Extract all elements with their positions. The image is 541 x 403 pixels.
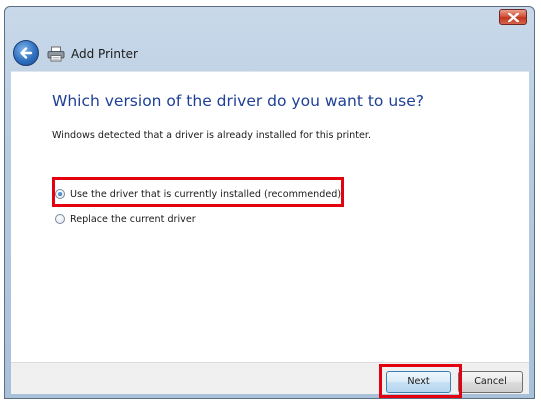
page-heading: Which version of the driver do you want … bbox=[52, 92, 424, 110]
radio-button[interactable] bbox=[55, 214, 65, 224]
option-replace-driver[interactable]: Replace the current driver bbox=[55, 211, 196, 227]
button-bar: Next Cancel bbox=[11, 362, 529, 398]
back-arrow-icon bbox=[20, 47, 33, 59]
next-button[interactable]: Next bbox=[386, 371, 451, 393]
close-button[interactable] bbox=[499, 9, 527, 25]
cancel-button[interactable]: Cancel bbox=[458, 371, 523, 393]
title-bar[interactable] bbox=[5, 7, 534, 37]
page-description: Windows detected that a driver is alread… bbox=[52, 130, 372, 141]
printer-icon bbox=[47, 46, 65, 62]
content-area: Which version of the driver do you want … bbox=[11, 71, 529, 372]
dialog-header: Add Printer bbox=[5, 37, 534, 71]
dialog-title: Add Printer bbox=[71, 47, 138, 61]
radio-button-selected[interactable] bbox=[55, 189, 65, 199]
back-button[interactable] bbox=[13, 40, 39, 66]
add-printer-window: Add Printer Which version of the driver … bbox=[4, 6, 535, 399]
option-label: Use the driver that is currently install… bbox=[70, 188, 342, 200]
option-label: Replace the current driver bbox=[70, 213, 196, 225]
option-use-current-driver[interactable]: Use the driver that is currently install… bbox=[55, 186, 341, 202]
close-icon bbox=[508, 13, 519, 22]
